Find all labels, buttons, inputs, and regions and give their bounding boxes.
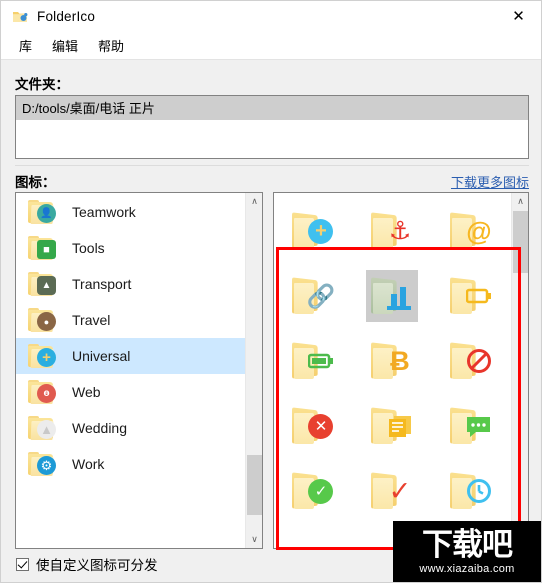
menu-library[interactable]: 库	[9, 33, 42, 58]
category-label: Teamwork	[72, 204, 136, 220]
folder-chat-icon	[449, 406, 493, 445]
folder-check-red-icon: ✓	[370, 471, 414, 510]
site-watermark: 下载吧 www.xiazaiba.com	[393, 521, 541, 582]
folder-transport-icon: ▲	[28, 271, 58, 297]
folder-plus-icon: +	[291, 211, 335, 250]
category-list-panel: 👤 Teamwork ■ Tools ▲ Transport ● Travel …	[15, 192, 263, 549]
folder-paperclip-icon: 🔗	[291, 276, 335, 315]
icon-cell-folder-check-red[interactable]: ✓	[353, 458, 432, 523]
category-label: Work	[72, 456, 105, 472]
option-distributable[interactable]: 使自定义图标可分发	[16, 554, 158, 574]
category-item-universal[interactable]: + Universal	[16, 338, 245, 374]
category-label: Universal	[72, 348, 131, 364]
folder-universal-icon: +	[28, 343, 58, 369]
watermark-url: www.xiazaiba.com	[419, 562, 515, 575]
folders-label: 文件夹：	[15, 77, 69, 92]
folder-battery-full-icon	[291, 341, 335, 380]
folder-travel-icon: ●	[28, 307, 58, 333]
category-item-travel[interactable]: ● Travel	[16, 302, 245, 338]
icon-cell-folder-chat[interactable]	[432, 393, 511, 458]
folder-path-list[interactable]: D:/tools/桌面/电话 正片	[15, 95, 529, 159]
icons-label: 图标：	[15, 175, 56, 190]
scroll-thumb[interactable]	[247, 455, 262, 515]
icon-grid-viewport[interactable]: + ⚓ @ 🔗 Ƀ ✕ ✓ ✓	[274, 193, 511, 548]
scroll-up-icon[interactable]: ∧	[246, 193, 263, 210]
icon-cell-folder-blocked[interactable]	[432, 328, 511, 393]
category-item-tools[interactable]: ■ Tools	[16, 230, 245, 266]
category-item-teamwork[interactable]: 👤 Teamwork	[16, 194, 245, 230]
icon-cell-folder-chart[interactable]	[353, 263, 432, 328]
folder-clock-icon	[449, 471, 493, 510]
folder-documents-icon	[370, 406, 414, 445]
checkbox-distributable[interactable]	[16, 557, 29, 571]
option-apply-subfolders[interactable]: 为所有子文件夹应用所选图标	[16, 578, 212, 582]
window-title: FolderIco	[37, 9, 96, 24]
title-bar: FolderIco ✕	[1, 1, 541, 32]
icon-cell-folder-check-green[interactable]: ✓	[274, 458, 353, 523]
icon-cell-folder-paperclip[interactable]: 🔗	[274, 263, 353, 328]
folder-chart-icon	[370, 276, 414, 315]
icon-cell-folder-clock[interactable]	[432, 458, 511, 523]
icon-grid-scrollbar[interactable]: ∧ ∨	[511, 193, 528, 548]
folder-check-green-icon: ✓	[291, 471, 335, 510]
icon-cell-folder-anchor[interactable]: ⚓	[353, 198, 432, 263]
app-icon	[12, 9, 28, 25]
folder-path-item[interactable]: D:/tools/桌面/电话 正片	[16, 96, 528, 120]
option-apply-subfolders-label: 为所有子文件夹应用所选图标	[36, 578, 212, 582]
scroll-down-icon[interactable]: ∨	[246, 531, 263, 548]
icon-cell-folder-bitcoin[interactable]: Ƀ	[353, 328, 432, 393]
icon-cell-folder-battery-full[interactable]	[274, 328, 353, 393]
category-item-wedding[interactable]: ▲ Wedding	[16, 410, 245, 446]
folder-anchor-icon: ⚓	[370, 211, 414, 250]
icon-cell-folder-documents[interactable]	[353, 393, 432, 458]
category-list[interactable]: 👤 Teamwork ■ Tools ▲ Transport ● Travel …	[16, 193, 245, 548]
folder-bitcoin-icon: Ƀ	[370, 341, 414, 380]
folder-battery-empty-icon	[449, 276, 493, 315]
icon-grid-panel: + ⚓ @ 🔗 Ƀ ✕ ✓ ✓ ∧	[273, 192, 529, 549]
icon-grid: + ⚓ @ 🔗 Ƀ ✕ ✓ ✓	[274, 198, 511, 523]
icon-cell-folder-delete[interactable]: ✕	[274, 393, 353, 458]
folder-teamwork-icon: 👤	[28, 199, 58, 225]
content-area: 文件夹： 添加 删除 清除 D:/tools/桌面/电话 正片 图标： 下载更多…	[1, 61, 541, 582]
scroll-up-icon[interactable]: ∧	[512, 193, 529, 210]
divider-top	[15, 165, 529, 166]
category-label: Tools	[72, 240, 105, 256]
watermark-title: 下载吧	[422, 526, 513, 562]
category-label: Web	[72, 384, 101, 400]
icon-cell-folder-battery-empty[interactable]	[432, 263, 511, 328]
menu-bar: 库 编辑 帮助	[1, 32, 541, 60]
folderico-window: FolderIco ✕ 库 编辑 帮助 文件夹： 添加 删除 清除 D:/too…	[0, 0, 542, 583]
download-more-icons-link[interactable]: 下载更多图标	[451, 172, 529, 191]
folder-web-icon: ө	[28, 379, 58, 405]
category-label: Transport	[72, 276, 132, 292]
category-label: Wedding	[72, 420, 128, 436]
menu-help[interactable]: 帮助	[88, 33, 134, 58]
folder-blocked-icon	[449, 341, 493, 380]
folder-wedding-icon: ▲	[28, 415, 58, 441]
folder-at-icon: @	[449, 211, 493, 250]
scroll-thumb[interactable]	[513, 211, 528, 273]
option-distributable-label: 使自定义图标可分发	[36, 558, 158, 573]
category-label: Travel	[72, 312, 111, 328]
category-item-work[interactable]: ⚙ Work	[16, 446, 245, 482]
icon-cell-folder-plus[interactable]: +	[274, 198, 353, 263]
menu-edit[interactable]: 编辑	[42, 33, 88, 58]
folder-work-icon: ⚙	[28, 451, 58, 477]
category-item-transport[interactable]: ▲ Transport	[16, 266, 245, 302]
folder-delete-icon: ✕	[291, 406, 335, 445]
close-icon[interactable]: ✕	[496, 1, 541, 32]
category-scrollbar[interactable]: ∧ ∨	[245, 193, 262, 548]
category-item-web[interactable]: ө Web	[16, 374, 245, 410]
icon-cell-folder-at[interactable]: @	[432, 198, 511, 263]
folder-tools-icon: ■	[28, 235, 58, 261]
